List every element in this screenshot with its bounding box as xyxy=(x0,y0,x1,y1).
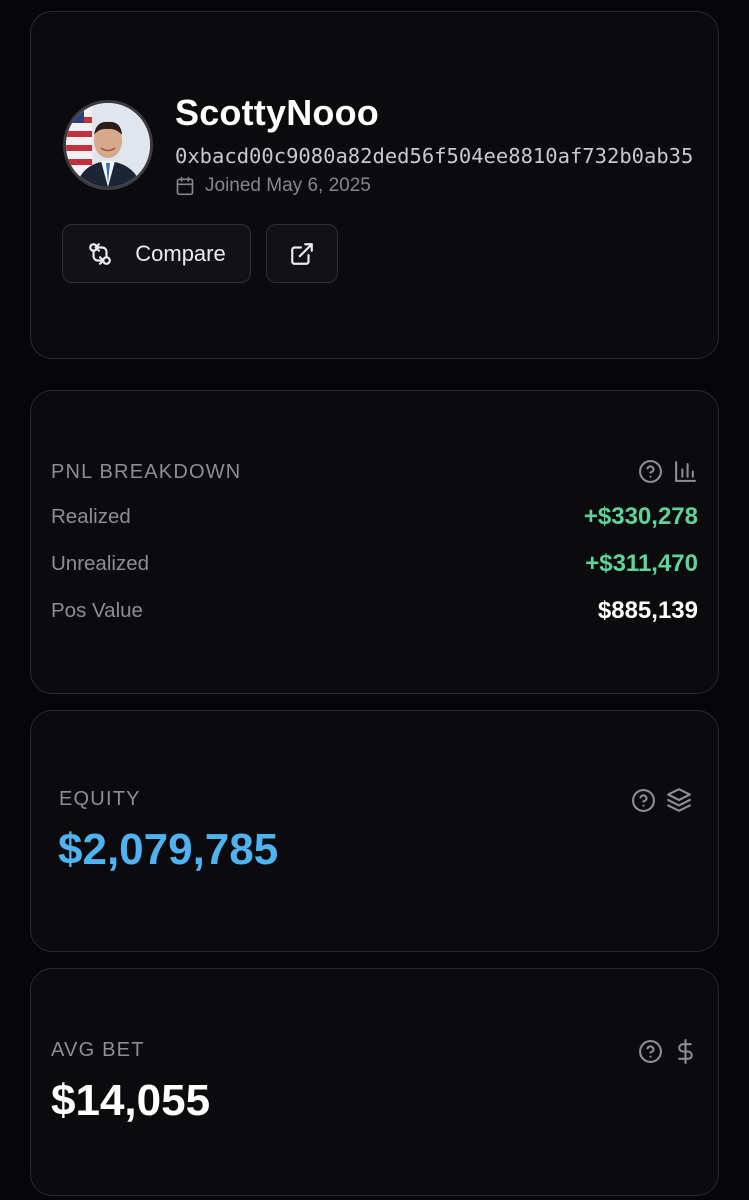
avatar-photo xyxy=(66,103,150,187)
realized-value: +$330,278 xyxy=(583,503,698,530)
unrealized-label: Unrealized xyxy=(51,552,149,575)
username: ScottyNooo xyxy=(175,92,379,133)
equity-card: EQUITY $2,079,785 xyxy=(30,710,719,952)
wallet-address[interactable]: 0xbacd00c9080a82ded56f504ee8810af732b0ab… xyxy=(175,144,693,168)
external-link-icon xyxy=(291,242,313,265)
help-icon[interactable] xyxy=(638,1039,663,1064)
help-icon[interactable] xyxy=(638,459,663,484)
joined-date: Joined May 6, 2025 xyxy=(175,175,371,197)
equity-title: EQUITY xyxy=(59,788,141,810)
compare-button[interactable]: Compare xyxy=(62,224,251,283)
calendar-icon xyxy=(176,176,194,196)
unrealized-value: +$311,470 xyxy=(585,550,698,577)
pnl-title: PNL BREAKDOWN xyxy=(51,461,242,483)
avg-bet-icons xyxy=(638,1039,698,1064)
pnl-icons xyxy=(638,459,698,484)
help-icon[interactable] xyxy=(631,788,656,813)
pnl-breakdown-card: PNL BREAKDOWN Realized +$330,278 Unreali… xyxy=(30,390,719,694)
avg-bet-card: AVG BET $14,055 xyxy=(30,968,719,1196)
dollar-icon[interactable] xyxy=(673,1039,698,1064)
avg-bet-value: $14,055 xyxy=(51,1076,211,1125)
compare-icon xyxy=(89,242,112,265)
pos-value-label: Pos Value xyxy=(51,599,143,622)
pos-value-value: $885,139 xyxy=(597,597,698,624)
compare-label: Compare xyxy=(135,240,226,266)
bar-chart-icon[interactable] xyxy=(673,459,698,484)
avg-bet-title: AVG BET xyxy=(51,1039,145,1061)
equity-icons xyxy=(631,787,692,813)
layers-icon[interactable] xyxy=(666,787,692,813)
external-link-button[interactable] xyxy=(266,224,338,283)
profile-card: ScottyNooo 0xbacd00c9080a82ded56f504ee88… xyxy=(30,11,719,359)
realized-label: Realized xyxy=(51,505,131,528)
avatar[interactable] xyxy=(63,100,153,190)
joined-date-text: Joined May 6, 2025 xyxy=(205,175,371,196)
equity-value: $2,079,785 xyxy=(58,825,279,874)
